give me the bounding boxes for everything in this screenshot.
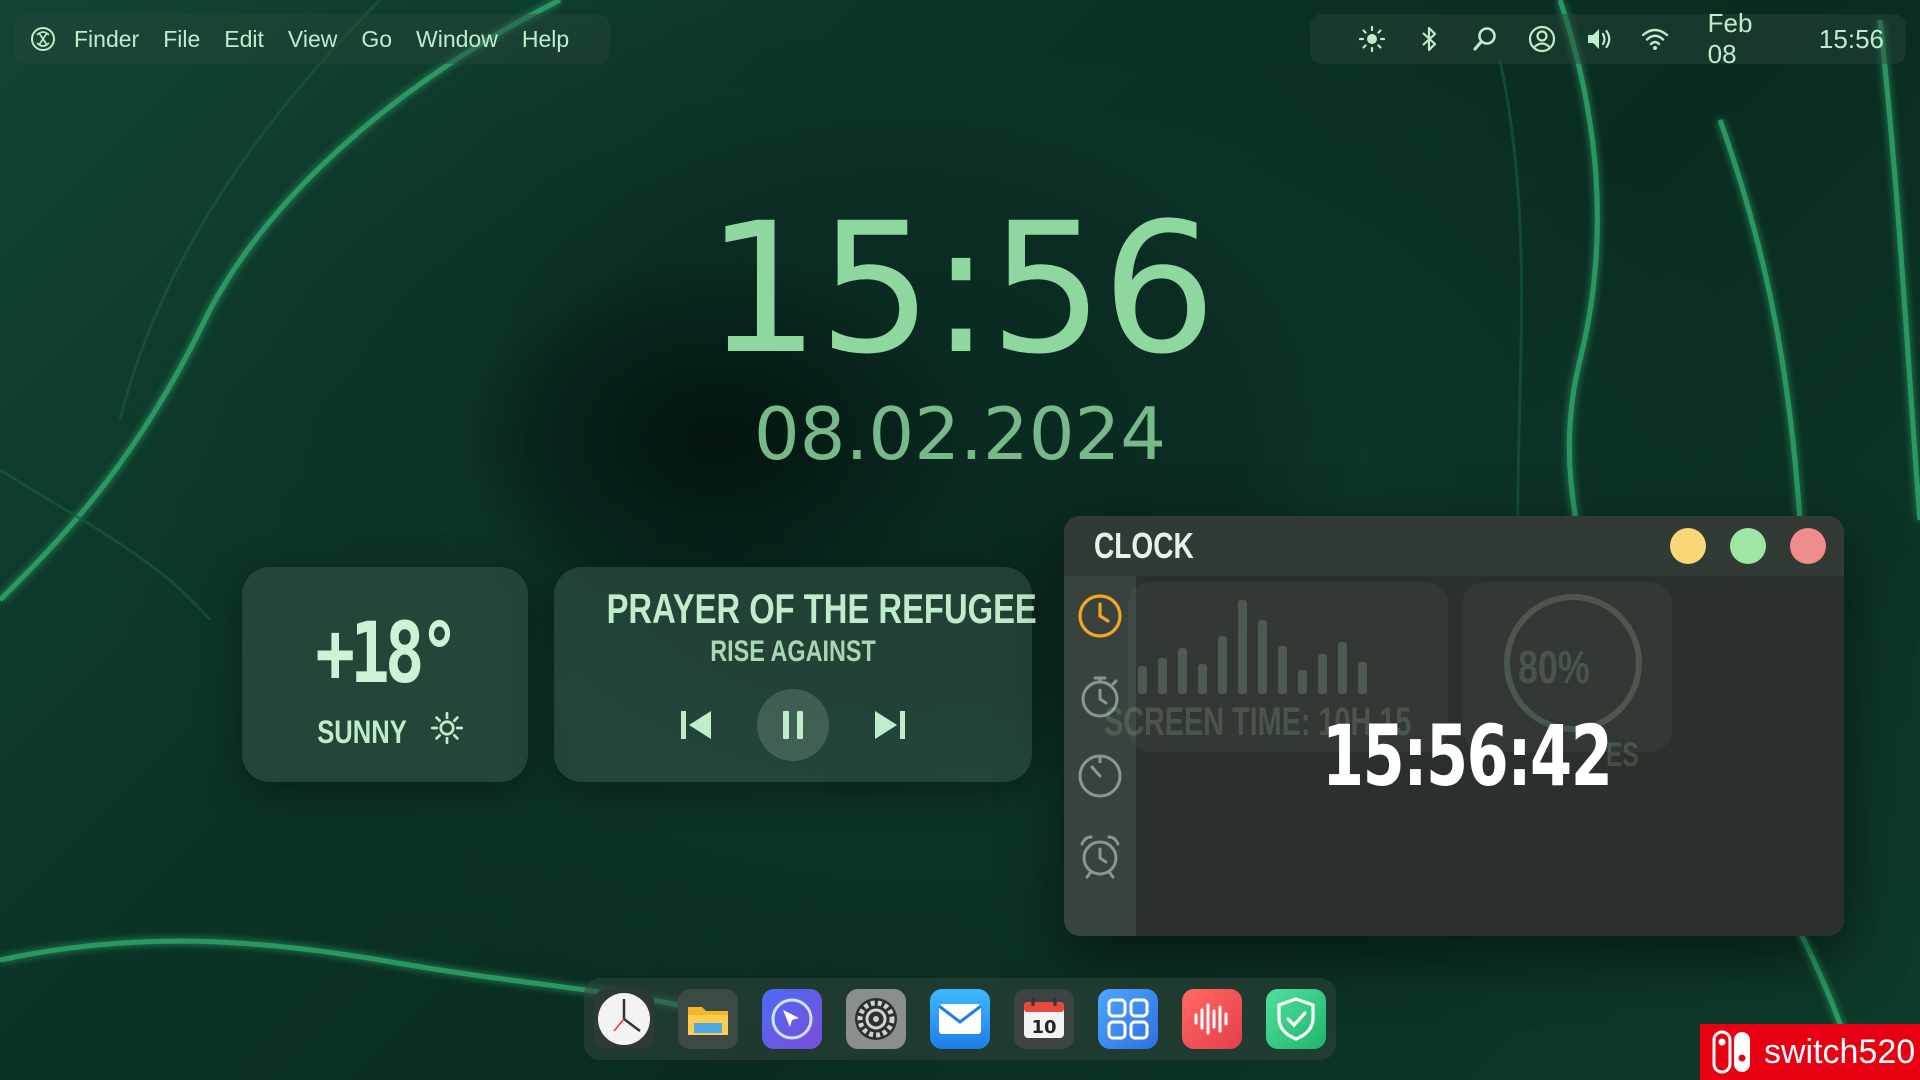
volume-icon[interactable]: [1582, 21, 1615, 57]
song-title: PRAYER OF THE REFUGEE: [606, 585, 1037, 632]
weather-temperature: +18°: [315, 604, 459, 702]
menu-go[interactable]: Go: [361, 26, 392, 53]
sun-icon: [430, 711, 464, 753]
bluetooth-icon[interactable]: [1413, 21, 1446, 57]
alarm-icon: [1080, 835, 1120, 879]
watermark: switch520: [1700, 1024, 1920, 1080]
wifi-icon[interactable]: [1639, 21, 1672, 57]
system-logo-icon[interactable]: [28, 24, 58, 54]
alarm-tab[interactable]: [1064, 816, 1136, 896]
menu-help[interactable]: Help: [522, 26, 569, 53]
switch-logo-icon: [1712, 1030, 1750, 1074]
music-player-widget: PRAYER OF THE REFUGEE RISE AGAINST: [554, 567, 1037, 782]
clock-window-title: CLOCK: [1094, 525, 1194, 566]
menu-finder[interactable]: Finder: [74, 26, 139, 53]
stopwatch-icon: [1078, 754, 1122, 798]
desktop-clock-date: 08.02.2024: [753, 392, 1167, 476]
dock: 10: [584, 978, 1336, 1060]
calendar-app-icon[interactable]: 10: [1014, 989, 1074, 1049]
clock-icon: [1078, 594, 1122, 638]
apps-grid-icon[interactable]: [1098, 989, 1158, 1049]
files-app-icon[interactable]: [678, 989, 738, 1049]
window-controls: [1670, 528, 1826, 564]
clock-window-content: SCREEN TIME: 10H 15 80% ES 15:56:42: [1104, 576, 1844, 936]
menu-window[interactable]: Window: [416, 26, 498, 53]
next-track-button[interactable]: [865, 700, 915, 750]
ghost-battery-percent: 80%: [1518, 641, 1590, 693]
menubar-time[interactable]: 15:56: [1819, 24, 1884, 55]
song-artist: RISE AGAINST: [710, 635, 876, 668]
previous-track-button[interactable]: [671, 700, 721, 750]
voice-memos-icon[interactable]: [1182, 989, 1242, 1049]
close-button[interactable]: [1790, 528, 1826, 564]
settings-app-icon[interactable]: [846, 989, 906, 1049]
menubar-right: Feb 08 15:56: [1310, 8, 1906, 69]
maximize-button[interactable]: [1730, 528, 1766, 564]
menu-view[interactable]: View: [288, 26, 337, 53]
user-icon[interactable]: [1526, 21, 1559, 57]
stopwatch-tab[interactable]: [1064, 736, 1136, 816]
desktop-clock-time: 15:56: [705, 185, 1217, 394]
browser-app-icon[interactable]: [762, 989, 822, 1049]
clock-window: CLOCK SCREEN TIME: 10H 15 80% ES 15:56:4…: [1064, 516, 1844, 936]
clock-window-titlebar[interactable]: CLOCK: [1064, 516, 1844, 576]
watermark-text: switch520: [1764, 1032, 1916, 1071]
clock-app-icon[interactable]: [594, 989, 654, 1049]
menu-file[interactable]: File: [163, 26, 200, 53]
calendar-day-label: 10: [1031, 1017, 1056, 1038]
clock-window-sidebar: [1064, 576, 1136, 936]
search-icon[interactable]: [1469, 21, 1502, 57]
pause-button[interactable]: [757, 689, 829, 761]
clock-tab[interactable]: [1064, 576, 1136, 656]
mail-app-icon[interactable]: [930, 989, 990, 1049]
menubar-left: Finder File Edit View Go Window Help: [14, 14, 610, 64]
weather-condition: SUNNY: [317, 713, 407, 750]
menu-edit[interactable]: Edit: [224, 26, 264, 53]
minimize-button[interactable]: [1670, 528, 1706, 564]
weather-widget[interactable]: +18° SUNNY: [242, 567, 528, 782]
clock-window-time: 15:56:42: [1322, 707, 1613, 805]
security-app-icon[interactable]: [1266, 989, 1326, 1049]
brightness-icon[interactable]: [1356, 21, 1389, 57]
weather-condition-row: SUNNY: [242, 711, 528, 753]
playback-controls: [554, 689, 1032, 761]
screen-time-bars: [1138, 600, 1367, 694]
menubar-date[interactable]: Feb 08: [1708, 8, 1781, 70]
